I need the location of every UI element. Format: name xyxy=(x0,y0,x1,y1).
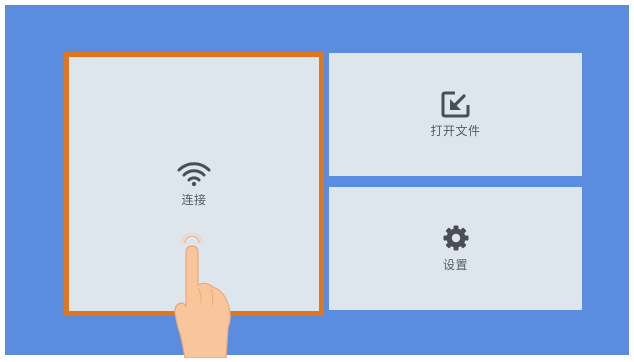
settings-tile[interactable]: 设置 xyxy=(329,187,582,310)
settings-label: 设置 xyxy=(442,258,468,272)
connect-label: 连接 xyxy=(181,192,207,207)
open-file-label: 打开文件 xyxy=(430,124,481,138)
launcher-screen: 连接 打开文件 设置 xyxy=(5,5,629,359)
wifi-icon xyxy=(176,159,212,187)
pointing-hand-icon xyxy=(173,232,243,359)
gear-icon xyxy=(442,224,470,252)
open-file-tile[interactable]: 打开文件 xyxy=(329,53,582,176)
open-file-icon xyxy=(441,90,471,118)
